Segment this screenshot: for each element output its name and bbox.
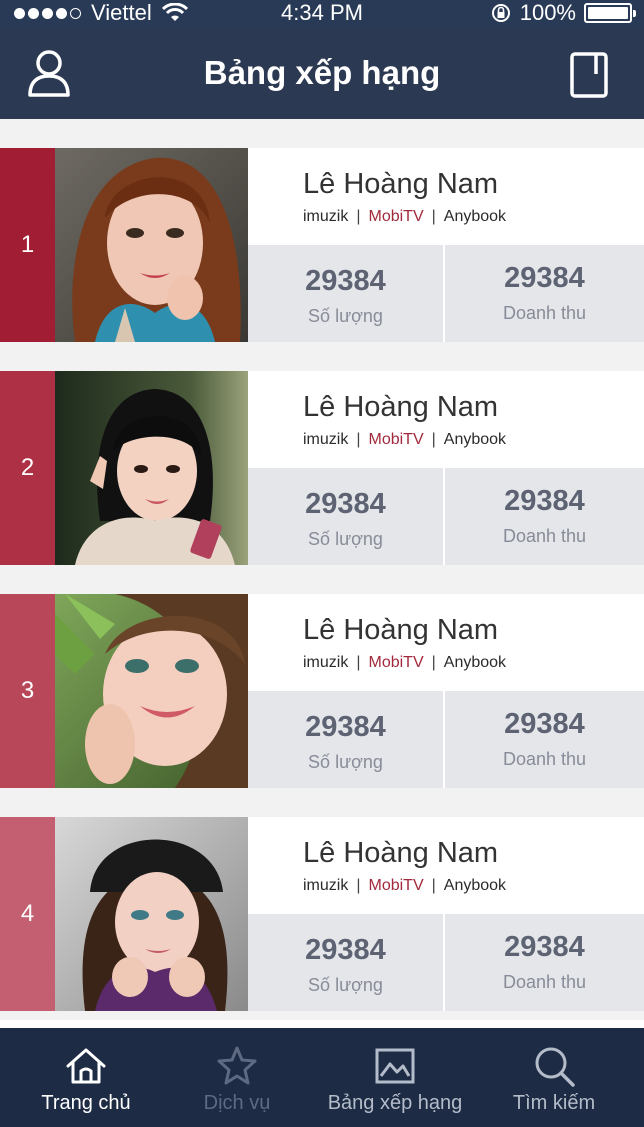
source-separator: |	[356, 431, 361, 448]
source-separator: |	[431, 431, 436, 448]
quantity-stat: 29384 Số lượng	[248, 691, 443, 788]
rank-number: 2	[0, 371, 55, 565]
tab-rankings[interactable]: Bảng xếp hạng	[302, 1028, 488, 1127]
source-imuzik[interactable]: imuzik	[303, 431, 348, 448]
artist-name[interactable]: Lê Hoàng Nam	[303, 391, 498, 424]
source-imuzik[interactable]: imuzik	[303, 208, 348, 225]
battery-icon	[584, 3, 636, 23]
artist-name[interactable]: Lê Hoàng Nam	[303, 837, 498, 870]
source-list: imuzik | MobiTV | Anybook	[303, 877, 506, 895]
quantity-stat: 29384 Số lượng	[248, 914, 443, 1011]
quantity-value: 29384	[305, 934, 386, 966]
quantity-value: 29384	[305, 711, 386, 743]
rank-number: 4	[0, 817, 55, 1011]
ranking-card[interactable]: 1 Lê Hoàng Nam imuzik | MobiTV | Anybook 293…	[0, 148, 644, 342]
tab-home[interactable]: Trang chủ	[0, 1028, 172, 1127]
source-imuzik[interactable]: imuzik	[303, 654, 348, 671]
ranking-card[interactable]: 3 Lê Hoàng Nam imuzik | MobiTV | Anybook 293…	[0, 594, 644, 788]
source-anybook[interactable]: Anybook	[444, 431, 506, 448]
tab-search[interactable]: Tìm kiếm	[488, 1028, 620, 1127]
artist-name[interactable]: Lê Hoàng Nam	[303, 614, 498, 647]
revenue-label: Doanh thu	[502, 972, 587, 992]
source-anybook[interactable]: Anybook	[444, 208, 506, 225]
book-icon[interactable]	[570, 52, 608, 98]
battery-percent: 100%	[519, 0, 576, 25]
tab-bar: Trang chủ Dịch vụ Bảng xếp hạng Tìm kiếm	[0, 1028, 644, 1127]
rank-number: 1	[0, 148, 55, 342]
source-anybook[interactable]: Anybook	[444, 654, 506, 671]
revenue-label: Doanh thu	[502, 303, 587, 323]
quantity-label: Số lượng	[308, 529, 383, 549]
source-separator: |	[431, 208, 436, 225]
source-separator: |	[356, 654, 361, 671]
tab-label: Trang chủ	[41, 1092, 131, 1114]
image-icon	[375, 1048, 415, 1084]
revenue-label: Doanh thu	[502, 526, 587, 546]
home-icon	[66, 1048, 106, 1084]
rotation-lock-icon	[491, 4, 510, 22]
source-list: imuzik | MobiTV | Anybook	[303, 654, 506, 672]
tab-label: Dịch vụ	[203, 1092, 271, 1114]
ranking-card-partial	[0, 1020, 644, 1028]
tab-services[interactable]: Dịch vụ	[172, 1028, 302, 1127]
quantity-label: Số lượng	[308, 752, 383, 772]
revenue-stat: 29384 Doanh thu	[445, 914, 644, 1011]
artist-photo	[55, 594, 248, 788]
source-mobitv[interactable]: MobiTV	[369, 654, 424, 671]
artist-name[interactable]: Lê Hoàng Nam	[303, 168, 498, 201]
source-separator: |	[356, 208, 361, 225]
nav-bar: Bảng xếp hạng	[0, 28, 644, 119]
revenue-value: 29384	[504, 708, 585, 740]
revenue-value: 29384	[504, 485, 585, 517]
source-separator: |	[431, 654, 436, 671]
ranking-card[interactable]: 4 Lê Hoàng Nam imuzik | MobiTV | Anybook 293…	[0, 817, 644, 1011]
revenue-value: 29384	[504, 931, 585, 963]
revenue-stat: 29384 Doanh thu	[445, 468, 644, 565]
rank-number: 3	[0, 594, 55, 788]
quantity-label: Số lượng	[308, 306, 383, 326]
source-anybook[interactable]: Anybook	[444, 877, 506, 894]
artist-photo	[55, 371, 248, 565]
quantity-stat: 29384 Số lượng	[248, 468, 443, 565]
page-title: Bảng xếp hạng	[203, 54, 441, 91]
ranking-card[interactable]: 2 Lê Hoàng Nam imuzik | MobiTV | Anybook 293…	[0, 371, 644, 565]
quantity-value: 29384	[305, 265, 386, 297]
search-icon	[535, 1047, 575, 1087]
star-icon	[217, 1046, 257, 1085]
quantity-stat: 29384 Số lượng	[248, 245, 443, 342]
quantity-label: Số lượng	[308, 975, 383, 995]
status-bar: Viettel 4:34 PM 100%	[0, 0, 644, 28]
tab-label: Bảng xếp hạng	[327, 1092, 463, 1114]
artist-photo	[55, 148, 248, 342]
source-list: imuzik | MobiTV | Anybook	[303, 431, 506, 449]
revenue-value: 29384	[504, 262, 585, 294]
source-mobitv[interactable]: MobiTV	[369, 431, 424, 448]
revenue-label: Doanh thu	[502, 749, 587, 769]
source-separator: |	[431, 877, 436, 894]
revenue-stat: 29384 Doanh thu	[445, 691, 644, 788]
revenue-stat: 29384 Doanh thu	[445, 245, 644, 342]
source-list: imuzik | MobiTV | Anybook	[303, 208, 506, 226]
tab-label: Tìm kiếm	[512, 1092, 596, 1114]
quantity-value: 29384	[305, 488, 386, 520]
artist-photo	[55, 817, 248, 1011]
source-mobitv[interactable]: MobiTV	[369, 877, 424, 894]
source-separator: |	[356, 877, 361, 894]
source-mobitv[interactable]: MobiTV	[369, 208, 424, 225]
source-imuzik[interactable]: imuzik	[303, 877, 348, 894]
